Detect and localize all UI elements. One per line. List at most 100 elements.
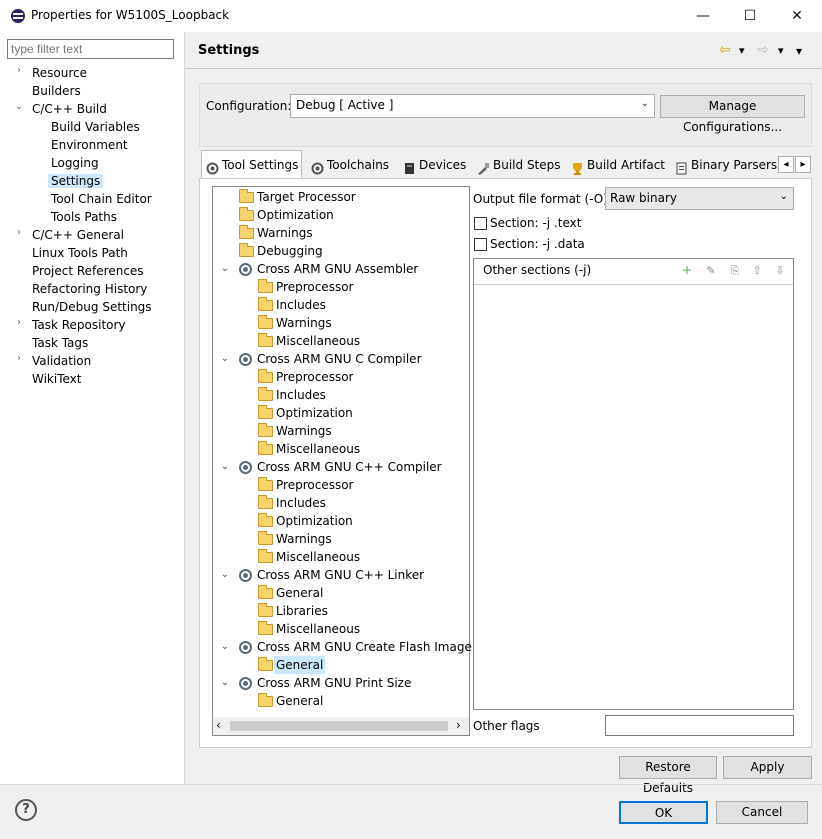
apply-button[interactable]: Apply bbox=[723, 756, 812, 779]
tree-node-label: Miscellaneous bbox=[276, 334, 361, 348]
header-divider bbox=[186, 68, 822, 69]
nav-item-c-c-general[interactable]: C/C++ General bbox=[32, 226, 124, 244]
copy-icon[interactable]: ⎘ bbox=[727, 263, 743, 279]
manage-configurations-button[interactable]: Manage Configurations... bbox=[660, 95, 805, 134]
nav-item-label: Settings bbox=[48, 174, 104, 188]
tree-node-label: Includes bbox=[276, 298, 326, 312]
tab-devices[interactable]: Devices bbox=[399, 152, 469, 178]
tab-binary-parsers[interactable]: Binary Parsers bbox=[671, 152, 777, 178]
nav-item-c-c-build[interactable]: C/C++ Build bbox=[32, 100, 107, 118]
collapsed-chevron-icon[interactable]: › bbox=[14, 65, 24, 76]
tree-node-label: Warnings bbox=[276, 424, 332, 438]
devices-icon bbox=[403, 158, 416, 174]
expanded-chevron-icon[interactable]: ⌄ bbox=[219, 674, 231, 692]
back-dropdown-icon[interactable]: ▾ bbox=[739, 44, 745, 57]
collapsed-chevron-icon[interactable]: › bbox=[14, 227, 24, 238]
scroll-right-arrow-icon[interactable]: › bbox=[456, 718, 461, 732]
output-format-select[interactable]: Raw binary ⌄ bbox=[605, 187, 794, 210]
tab-toolchains[interactable]: Toolchains bbox=[307, 152, 397, 178]
configuration-value: Debug [ Active ] bbox=[296, 98, 394, 112]
configuration-select[interactable]: Debug [ Active ] ⌄ bbox=[290, 94, 655, 118]
options-folder-icon bbox=[258, 693, 273, 707]
move-up-icon[interactable]: ⇧ bbox=[749, 263, 765, 279]
tool-gear-icon bbox=[239, 461, 252, 474]
close-button[interactable]: ✕ bbox=[774, 0, 820, 32]
nav-item-project-references[interactable]: Project References bbox=[32, 262, 144, 280]
minimize-button[interactable]: — bbox=[680, 0, 726, 32]
forward-arrow-icon[interactable]: ⇨ bbox=[757, 42, 769, 58]
tab-label: Devices bbox=[419, 158, 467, 172]
options-folder-icon bbox=[239, 243, 254, 257]
options-folder-icon bbox=[258, 405, 273, 419]
nav-item-label: Linux Tools Path bbox=[32, 246, 128, 260]
tree-node-label: Cross ARM GNU C++ Compiler bbox=[257, 460, 442, 474]
nav-item-refactoring-history[interactable]: Refactoring History bbox=[32, 280, 147, 298]
options-folder-icon bbox=[258, 333, 273, 347]
nav-item-validation[interactable]: Validation bbox=[32, 352, 91, 370]
help-icon[interactable]: ? bbox=[15, 799, 37, 821]
filter-input[interactable] bbox=[7, 39, 174, 59]
restore-defaults-button[interactable]: Restore Defaults bbox=[619, 756, 717, 795]
tree-node-label: Cross ARM GNU Assembler bbox=[257, 262, 419, 276]
nav-item-label: Task Repository bbox=[32, 318, 126, 332]
tree-node-label: Miscellaneous bbox=[276, 550, 361, 564]
horizontal-scrollbar[interactable]: ‹ › bbox=[213, 717, 469, 735]
nav-item-tools-paths[interactable]: Tools Paths bbox=[51, 208, 117, 226]
section-text-checkbox[interactable] bbox=[474, 217, 487, 230]
tab-scroll-left-button[interactable]: ◂ bbox=[778, 156, 794, 173]
nav-item-linux-tools-path[interactable]: Linux Tools Path bbox=[32, 244, 128, 262]
tab-build-steps[interactable]: Build Steps bbox=[473, 152, 565, 178]
collapsed-chevron-icon[interactable]: › bbox=[14, 353, 24, 364]
add-icon[interactable]: ＋ bbox=[679, 263, 695, 279]
expanded-chevron-icon[interactable]: ⌄ bbox=[219, 260, 231, 278]
cancel-button[interactable]: Cancel bbox=[716, 801, 808, 824]
collapsed-chevron-icon[interactable]: › bbox=[14, 317, 24, 328]
nav-item-tool-chain-editor[interactable]: Tool Chain Editor bbox=[51, 190, 152, 208]
nav-item-task-tags[interactable]: Task Tags bbox=[32, 334, 88, 352]
edit-icon[interactable]: ✎ bbox=[703, 263, 719, 279]
ok-button[interactable]: OK bbox=[619, 801, 708, 824]
nav-item-build-variables[interactable]: Build Variables bbox=[51, 118, 140, 136]
tab-label: Tool Settings bbox=[222, 158, 299, 172]
nav-item-task-repository[interactable]: Task Repository bbox=[32, 316, 126, 334]
options-folder-icon bbox=[258, 531, 273, 545]
eclipse-app-icon bbox=[11, 9, 25, 23]
nav-item-label: C/C++ Build bbox=[32, 102, 107, 116]
chevron-down-icon: ⌄ bbox=[779, 191, 788, 202]
other-flags-input[interactable] bbox=[605, 715, 794, 736]
tree-node-label: Includes bbox=[276, 496, 326, 510]
section-text-label: Section: -j .text bbox=[490, 216, 582, 230]
nav-item-label: C/C++ General bbox=[32, 228, 125, 242]
forward-dropdown-icon[interactable]: ▾ bbox=[778, 44, 784, 57]
nav-item-settings[interactable]: Settings bbox=[48, 172, 104, 190]
move-down-icon[interactable]: ⇩ bbox=[772, 263, 788, 279]
expanded-chevron-icon[interactable]: ⌄ bbox=[219, 350, 231, 368]
nav-item-environment[interactable]: Environment bbox=[51, 136, 128, 154]
tree-node-label: Optimization bbox=[276, 406, 353, 420]
maximize-button[interactable]: ☐ bbox=[727, 0, 773, 32]
tab-tool-settings[interactable]: Tool Settings bbox=[201, 150, 302, 178]
build-steps-icon bbox=[477, 158, 490, 175]
nav-item-logging[interactable]: Logging bbox=[51, 154, 99, 172]
expanded-chevron-icon[interactable]: ⌄ bbox=[219, 638, 231, 656]
section-data-checkbox[interactable] bbox=[474, 238, 487, 251]
tree-node-label: Preprocessor bbox=[276, 370, 354, 384]
scroll-left-arrow-icon[interactable]: ‹ bbox=[216, 718, 221, 732]
tree-node-label: Preprocessor bbox=[276, 478, 354, 492]
expanded-chevron-icon[interactable]: ⌄ bbox=[14, 101, 24, 112]
other-flags-label: Other flags bbox=[473, 719, 540, 733]
back-arrow-icon[interactable]: ⇦ bbox=[719, 42, 731, 58]
tree-node-label: Debugging bbox=[257, 244, 323, 258]
scroll-thumb[interactable] bbox=[230, 721, 448, 731]
view-menu-icon[interactable]: ▾ bbox=[796, 44, 802, 58]
expanded-chevron-icon[interactable]: ⌄ bbox=[219, 566, 231, 584]
tab-scroll-right-button[interactable]: ▸ bbox=[795, 156, 811, 173]
other-sections-list[interactable] bbox=[473, 258, 794, 710]
nav-item-resource[interactable]: Resource bbox=[32, 64, 87, 82]
expanded-chevron-icon[interactable]: ⌄ bbox=[219, 458, 231, 476]
nav-item-builders[interactable]: Builders bbox=[32, 82, 81, 100]
nav-item-label: WikiText bbox=[32, 372, 82, 386]
tab-build-artifact[interactable]: Build Artifact bbox=[567, 152, 668, 178]
nav-item-wikitext[interactable]: WikiText bbox=[32, 370, 82, 388]
nav-item-run-debug-settings[interactable]: Run/Debug Settings bbox=[32, 298, 152, 316]
